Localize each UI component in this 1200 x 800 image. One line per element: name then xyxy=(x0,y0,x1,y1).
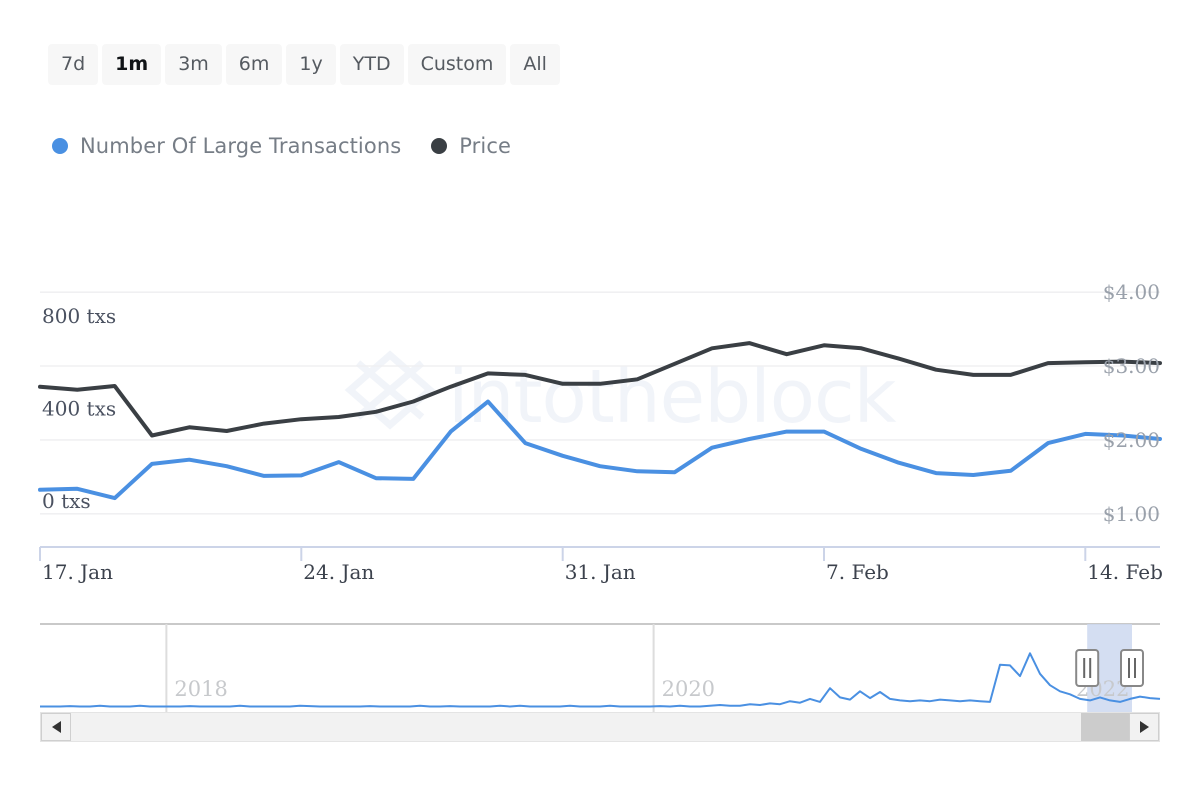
range-selector: 7d1m3m6m1yYTDCustomAll xyxy=(48,44,560,85)
navigator-handle-left[interactable] xyxy=(1076,650,1098,686)
chart-x-axis xyxy=(40,547,1160,561)
y-axis-left-label: 800 txs xyxy=(42,304,116,328)
x-axis-tick-label: 31. Jan xyxy=(565,560,636,584)
chart-legend: Number Of Large Transactions Price xyxy=(52,134,511,158)
legend-label: Number Of Large Transactions xyxy=(80,134,401,158)
series-line-price xyxy=(40,343,1160,435)
chart-y-axis-left: 0 txs 400 txs 800 txs xyxy=(42,304,116,513)
scroll-left-icon xyxy=(52,721,61,733)
navigator[interactable]: 2018 2020 2022 xyxy=(40,624,1160,712)
x-axis-tick-label: 24. Jan xyxy=(303,560,374,584)
range-button-6m[interactable]: 6m xyxy=(226,44,283,85)
watermark: intotheblock xyxy=(350,354,897,440)
navigator-scrollbar[interactable] xyxy=(40,712,1160,742)
scrollbar-thumb[interactable] xyxy=(1081,713,1129,741)
chart-series xyxy=(40,343,1160,498)
navigator-handle-right[interactable] xyxy=(1121,650,1143,686)
y-axis-right-label: $1.00 xyxy=(1103,502,1160,526)
chart-gridlines xyxy=(40,292,1160,514)
chart-area: intotheblock 0 txs 400 txs 800 txs $1.00 $2… xyxy=(0,0,1200,800)
range-button-custom[interactable]: Custom xyxy=(408,44,507,85)
range-button-1m[interactable]: 1m xyxy=(102,44,161,85)
chart-x-axis-labels: 17. Jan 24. Jan 31. Jan 7. Feb 14. Feb xyxy=(42,560,1163,584)
range-button-1y[interactable]: 1y xyxy=(286,44,335,85)
y-axis-left-label: 400 txs xyxy=(42,397,116,421)
navigator-year-label: 2020 xyxy=(662,677,715,701)
y-axis-right-label: $3.00 xyxy=(1103,354,1160,378)
legend-item-transactions[interactable]: Number Of Large Transactions xyxy=(52,134,401,158)
circle-marker-icon xyxy=(52,138,68,154)
navigator-mini-series xyxy=(40,653,1160,706)
navigator-year-label: 2022 xyxy=(1076,677,1129,701)
range-button-3m[interactable]: 3m xyxy=(165,44,222,85)
x-axis-tick-label: 7. Feb xyxy=(826,560,889,584)
range-button-ytd[interactable]: YTD xyxy=(340,44,404,85)
y-axis-left-label: 0 txs xyxy=(42,489,91,513)
y-axis-right-label: $2.00 xyxy=(1103,428,1160,452)
y-axis-right-label: $4.00 xyxy=(1103,280,1160,304)
watermark-label: intotheblock xyxy=(448,354,897,440)
navigator-selection-band[interactable] xyxy=(1087,624,1132,712)
scroll-right-icon xyxy=(1140,721,1149,733)
chart-y-axis-right: $1.00 $2.00 $3.00 $4.00 xyxy=(1103,280,1160,526)
range-button-all[interactable]: All xyxy=(510,44,560,85)
series-line-transactions xyxy=(40,402,1160,499)
scroll-right-button[interactable] xyxy=(1129,713,1159,741)
range-button-7d[interactable]: 7d xyxy=(48,44,98,85)
legend-label: Price xyxy=(459,134,511,158)
circle-marker-icon xyxy=(431,138,447,154)
scrollbar-track[interactable] xyxy=(71,713,1129,741)
legend-item-price[interactable]: Price xyxy=(431,134,511,158)
scroll-left-button[interactable] xyxy=(41,713,71,741)
navigator-year-label: 2018 xyxy=(174,677,227,701)
x-axis-tick-label: 17. Jan xyxy=(42,560,113,584)
x-axis-tick-label: 14. Feb xyxy=(1087,560,1163,584)
